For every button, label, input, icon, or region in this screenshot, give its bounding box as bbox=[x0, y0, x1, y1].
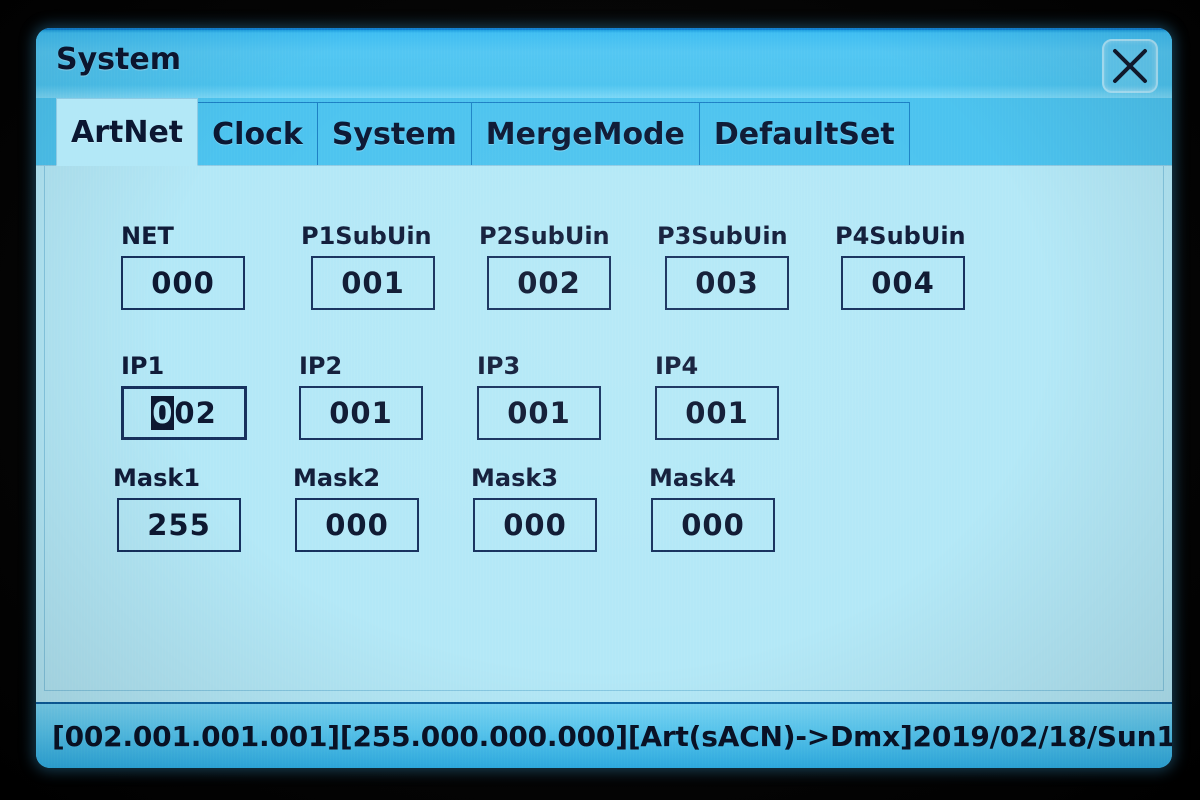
field-value: 000 bbox=[325, 508, 389, 542]
field-value: 003 bbox=[695, 266, 759, 300]
tab-strip: ArtNet Clock System MergeMode DefaultSet bbox=[36, 98, 1172, 166]
status-mask: [255.000.000.000] bbox=[339, 719, 628, 753]
field-mask4: Mask4 000 bbox=[649, 464, 775, 552]
field-value: 002 bbox=[517, 266, 581, 300]
field-value: 001 bbox=[685, 396, 749, 430]
field-value: 255 bbox=[147, 508, 211, 542]
field-value: 000 bbox=[681, 508, 745, 542]
tab-label: DefaultSet bbox=[713, 117, 895, 152]
field-mask1: Mask1 255 bbox=[113, 464, 241, 552]
system-dialog-window: System ArtNet Clock System MergeMode Def… bbox=[36, 28, 1172, 768]
field-label: IP4 bbox=[655, 352, 699, 380]
field-label: IP3 bbox=[477, 352, 521, 380]
field-ip1: IP1 002 bbox=[121, 352, 247, 440]
input-ip4[interactable]: 001 bbox=[655, 386, 779, 440]
status-mode: [Art(sACN)->Dmx] bbox=[627, 719, 913, 753]
field-mask3: Mask3 000 bbox=[471, 464, 597, 552]
field-p2subuin: P2SubUin 002 bbox=[479, 222, 611, 310]
field-value: 004 bbox=[871, 266, 935, 300]
tab-mergemode[interactable]: MergeMode bbox=[470, 102, 700, 166]
field-row-mask: Mask1 255 Mask2 000 Mask3 000 Mask4 000 bbox=[45, 464, 1163, 579]
status-ip: [002.001.001.001] bbox=[52, 719, 340, 753]
field-label: Mask1 bbox=[113, 464, 201, 492]
field-p4subuin: P4SubUin 004 bbox=[835, 222, 966, 310]
field-mask2: Mask2 000 bbox=[293, 464, 419, 552]
tab-system[interactable]: System bbox=[316, 102, 472, 166]
field-value: 000 bbox=[151, 266, 215, 300]
field-label: P3SubUin bbox=[657, 222, 788, 250]
status-date: 2019/02/18/Sun bbox=[912, 719, 1157, 753]
input-ip1[interactable]: 002 bbox=[121, 386, 247, 440]
field-ip2: IP2 001 bbox=[299, 352, 423, 440]
field-label: IP1 bbox=[121, 352, 165, 380]
field-label: Mask2 bbox=[293, 464, 381, 492]
field-value: 002 bbox=[151, 396, 217, 430]
artnet-settings-panel: NET 000 P1SubUin 001 P2SubUin 002 P3SubU… bbox=[36, 165, 1172, 703]
field-label: IP2 bbox=[299, 352, 343, 380]
field-label: P4SubUin bbox=[835, 222, 966, 250]
field-label: NET bbox=[121, 222, 174, 250]
field-label: Mask3 bbox=[471, 464, 559, 492]
tab-clock[interactable]: Clock bbox=[197, 102, 318, 166]
input-p2subuin[interactable]: 002 bbox=[487, 256, 611, 310]
input-mask1[interactable]: 255 bbox=[117, 498, 241, 552]
field-label: Mask4 bbox=[649, 464, 737, 492]
input-mask2[interactable]: 000 bbox=[295, 498, 419, 552]
close-button[interactable] bbox=[1102, 39, 1158, 93]
field-value: 001 bbox=[507, 396, 571, 430]
input-p4subuin[interactable]: 004 bbox=[841, 256, 965, 310]
field-p3subuin: P3SubUin 003 bbox=[657, 222, 789, 310]
input-net[interactable]: 000 bbox=[121, 256, 245, 310]
page-title: System bbox=[56, 42, 181, 77]
field-value: 001 bbox=[341, 266, 405, 300]
field-p1subuin: P1SubUin 001 bbox=[301, 222, 435, 310]
tab-label: System bbox=[331, 117, 457, 152]
input-p1subuin[interactable]: 001 bbox=[311, 256, 435, 310]
panel-border: NET 000 P1SubUin 001 P2SubUin 002 P3SubU… bbox=[44, 166, 1164, 691]
field-label: P1SubUin bbox=[301, 222, 432, 250]
tab-defaultset[interactable]: DefaultSet bbox=[698, 102, 910, 166]
input-ip3[interactable]: 001 bbox=[477, 386, 601, 440]
close-x-icon bbox=[1113, 49, 1147, 83]
status-bar: [002.001.001.001] [255.000.000.000] [Art… bbox=[36, 702, 1172, 768]
status-time: 11:40:17 bbox=[1156, 720, 1172, 753]
tab-label: MergeMode bbox=[485, 117, 685, 152]
device-bezel: System ArtNet Clock System MergeMode Def… bbox=[0, 0, 1200, 800]
field-value: 000 bbox=[503, 508, 567, 542]
window-titlebar: System bbox=[36, 28, 1172, 98]
field-ip3: IP3 001 bbox=[477, 352, 601, 440]
tab-label: Clock bbox=[212, 117, 303, 152]
field-row-subuin: NET 000 P1SubUin 001 P2SubUin 002 P3SubU… bbox=[45, 222, 1163, 337]
field-value: 001 bbox=[329, 396, 393, 430]
field-net: NET 000 bbox=[121, 222, 245, 310]
tab-label: ArtNet bbox=[71, 114, 184, 150]
field-label: P2SubUin bbox=[479, 222, 610, 250]
tab-artnet[interactable]: ArtNet bbox=[56, 98, 199, 166]
input-p3subuin[interactable]: 003 bbox=[665, 256, 789, 310]
edit-caret: 0 bbox=[151, 396, 175, 430]
input-ip2[interactable]: 001 bbox=[299, 386, 423, 440]
input-mask3[interactable]: 000 bbox=[473, 498, 597, 552]
input-mask4[interactable]: 000 bbox=[651, 498, 775, 552]
field-ip4: IP4 001 bbox=[655, 352, 779, 440]
field-row-ip: IP1 002 IP2 001 IP3 001 IP4 001 bbox=[45, 352, 1163, 467]
